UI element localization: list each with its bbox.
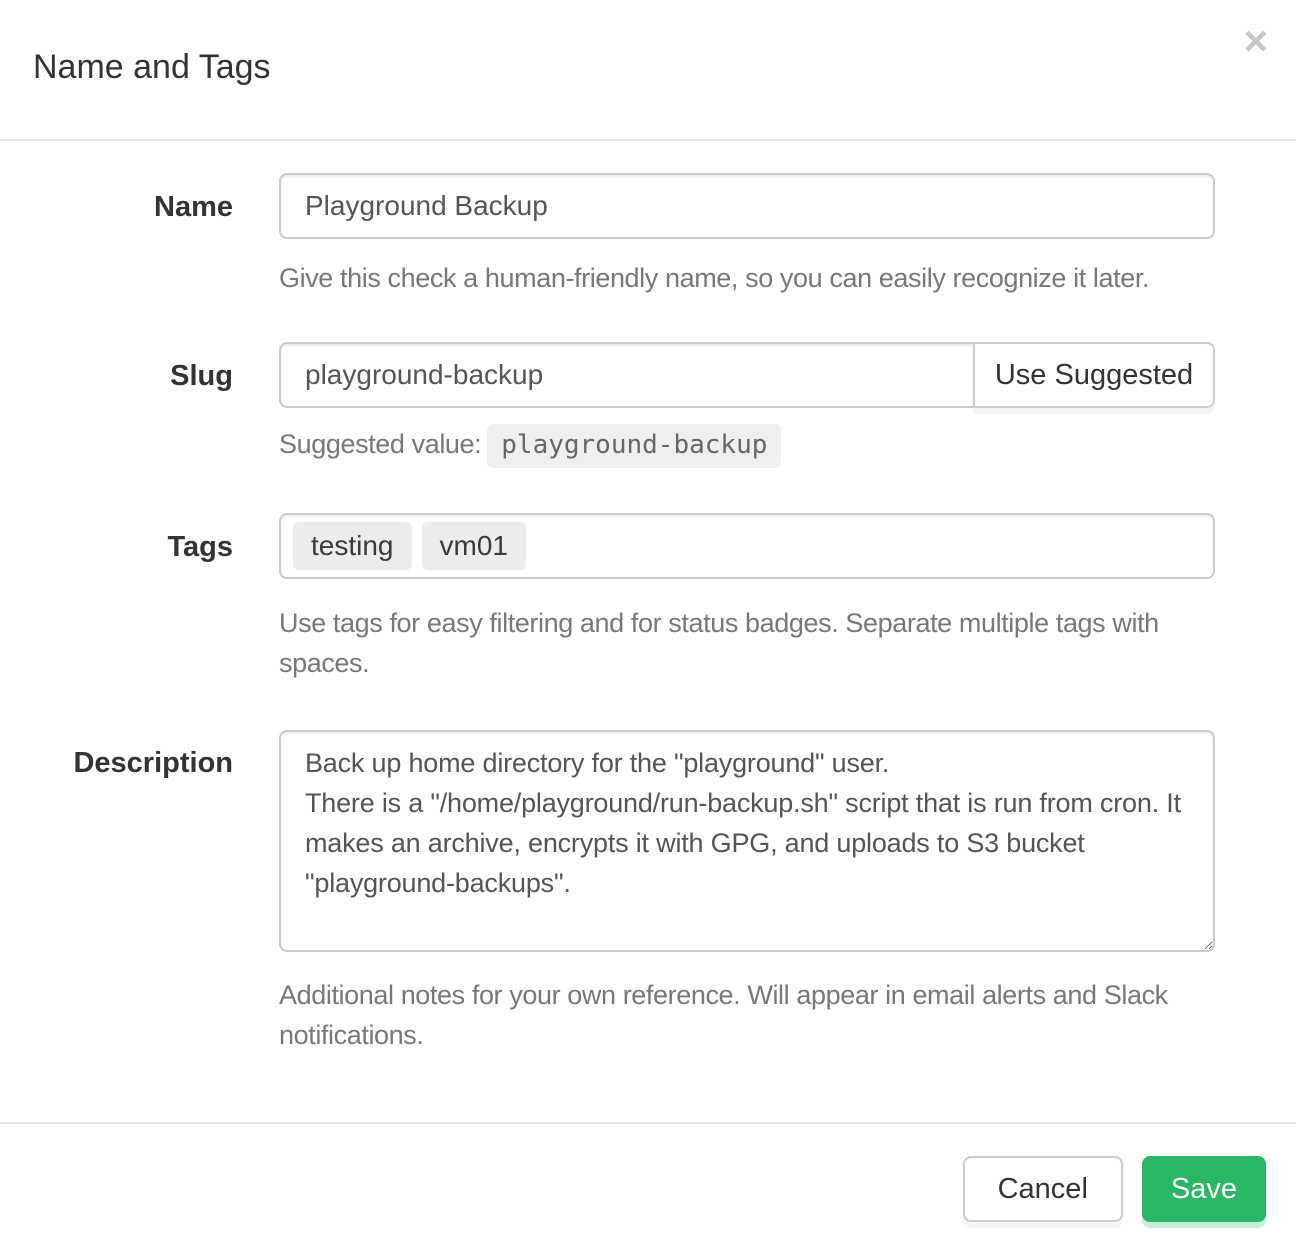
slug-input-group: Use Suggested: [279, 342, 1215, 408]
tag-pill: testing: [293, 522, 412, 570]
name-help-text: Give this check a human-friendly name, s…: [279, 258, 1215, 298]
save-button[interactable]: Save: [1142, 1156, 1266, 1222]
tags-input[interactable]: testing vm01: [279, 513, 1215, 579]
dialog-footer: Cancel Save: [0, 1122, 1296, 1254]
description-row: Description Additional notes for your ow…: [0, 730, 1296, 1055]
description-label: Description: [30, 730, 233, 1055]
dialog-header: Name and Tags ×: [0, 0, 1296, 141]
tag-pill: vm01: [422, 522, 526, 570]
use-suggested-button[interactable]: Use Suggested: [973, 342, 1215, 408]
tags-row: Tags testing vm01 Use tags for easy filt…: [0, 513, 1296, 683]
slug-input[interactable]: [279, 342, 975, 408]
description-help-text: Additional notes for your own reference.…: [279, 975, 1169, 1055]
close-icon[interactable]: ×: [1243, 20, 1268, 62]
name-row: Name Give this check a human-friendly na…: [0, 173, 1296, 298]
slug-help-text: Suggested value:playground-backup: [279, 424, 1215, 468]
cancel-button[interactable]: Cancel: [963, 1156, 1123, 1222]
suggested-value-prefix: Suggested value:: [279, 429, 481, 459]
name-and-tags-dialog: Name and Tags × Name Give this check a h…: [0, 0, 1296, 1254]
suggested-value-code: playground-backup: [487, 424, 781, 468]
slug-row: Slug Use Suggested Suggested value:playg…: [0, 342, 1296, 468]
description-textarea[interactable]: [279, 730, 1215, 952]
dialog-body: Name Give this check a human-friendly na…: [0, 141, 1296, 1122]
slug-label: Slug: [30, 342, 233, 468]
name-input[interactable]: [279, 173, 1215, 239]
tags-label: Tags: [30, 513, 233, 683]
tags-help-text: Use tags for easy filtering and for stat…: [279, 603, 1169, 683]
dialog-title: Name and Tags: [33, 47, 1266, 87]
name-label: Name: [30, 173, 233, 298]
